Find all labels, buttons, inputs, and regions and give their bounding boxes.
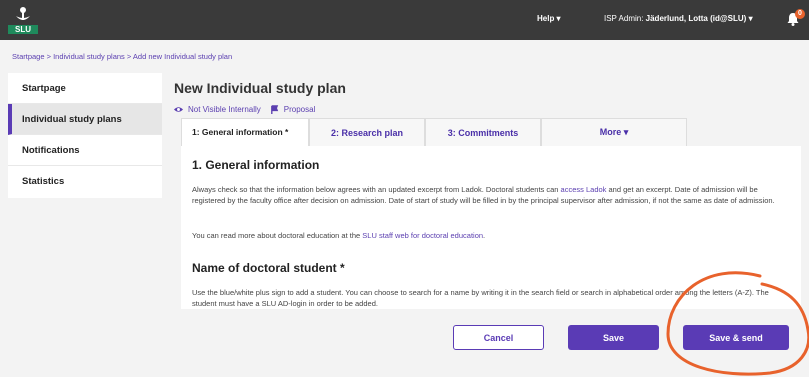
tab-commitments[interactable]: 3: Commitments	[425, 118, 541, 146]
save-button[interactable]: Save	[568, 325, 659, 350]
top-bar: SLU Help ▾ ISP Admin: Jäderlund, Lotta (…	[0, 0, 809, 40]
tab-general-information[interactable]: 1: General information *	[181, 118, 309, 146]
section-heading: 1. General information	[192, 158, 320, 172]
general-info-text: Always check so that the information bel…	[192, 184, 788, 206]
page-title: New Individual study plan	[174, 80, 346, 96]
cancel-button[interactable]: Cancel	[453, 325, 544, 350]
save-and-send-button[interactable]: Save & send	[683, 325, 789, 350]
sidebar: Startpage Individual study plans Notific…	[8, 73, 162, 198]
flag-icon	[270, 105, 278, 114]
sidebar-item-individual-study-plans[interactable]: Individual study plans	[8, 104, 162, 135]
visibility-status: Not Visible Internally	[188, 105, 261, 114]
status-row: Not Visible Internally Proposal	[174, 105, 315, 114]
notification-badge: 0	[795, 9, 805, 19]
tab-more[interactable]: More ▾	[541, 118, 687, 146]
read-more-text-b: .	[483, 231, 486, 240]
user-menu[interactable]: ISP Admin: Jäderlund, Lotta (id@SLU) ▾	[604, 14, 753, 23]
logo-mark-icon	[16, 7, 30, 20]
read-more-text: You can read more about doctoral educati…	[192, 231, 788, 240]
slu-logo[interactable]: SLU	[8, 6, 38, 34]
staff-web-link[interactable]: SLU staff web for doctoral education	[362, 231, 483, 240]
logo-text: SLU	[8, 25, 38, 34]
tab-research-plan[interactable]: 2: Research plan	[309, 118, 425, 146]
general-info-text-a: Always check so that the information bel…	[192, 185, 561, 194]
read-more-text-a: You can read more about doctoral educati…	[192, 231, 363, 240]
breadcrumb[interactable]: Startpage > Individual study plans > Add…	[12, 52, 232, 61]
sidebar-item-notifications[interactable]: Notifications	[8, 135, 162, 166]
sidebar-item-startpage[interactable]: Startpage	[8, 73, 162, 104]
tab-bar: 1: General information * 2: Research pla…	[181, 118, 687, 146]
help-menu[interactable]: Help ▾	[537, 14, 561, 23]
eye-icon	[174, 107, 183, 112]
access-ladok-link[interactable]: access Ladok	[561, 185, 607, 194]
user-name: Jäderlund, Lotta (id@SLU) ▾	[645, 14, 753, 23]
form-content: 1. General information Always check so t…	[181, 146, 801, 309]
student-name-heading: Name of doctoral student *	[192, 261, 345, 275]
stage-status: Proposal	[283, 105, 316, 114]
user-role: ISP Admin:	[604, 14, 646, 23]
student-name-instructions: Use the blue/white plus sign to add a st…	[192, 288, 769, 308]
sidebar-item-statistics[interactable]: Statistics	[8, 166, 162, 197]
